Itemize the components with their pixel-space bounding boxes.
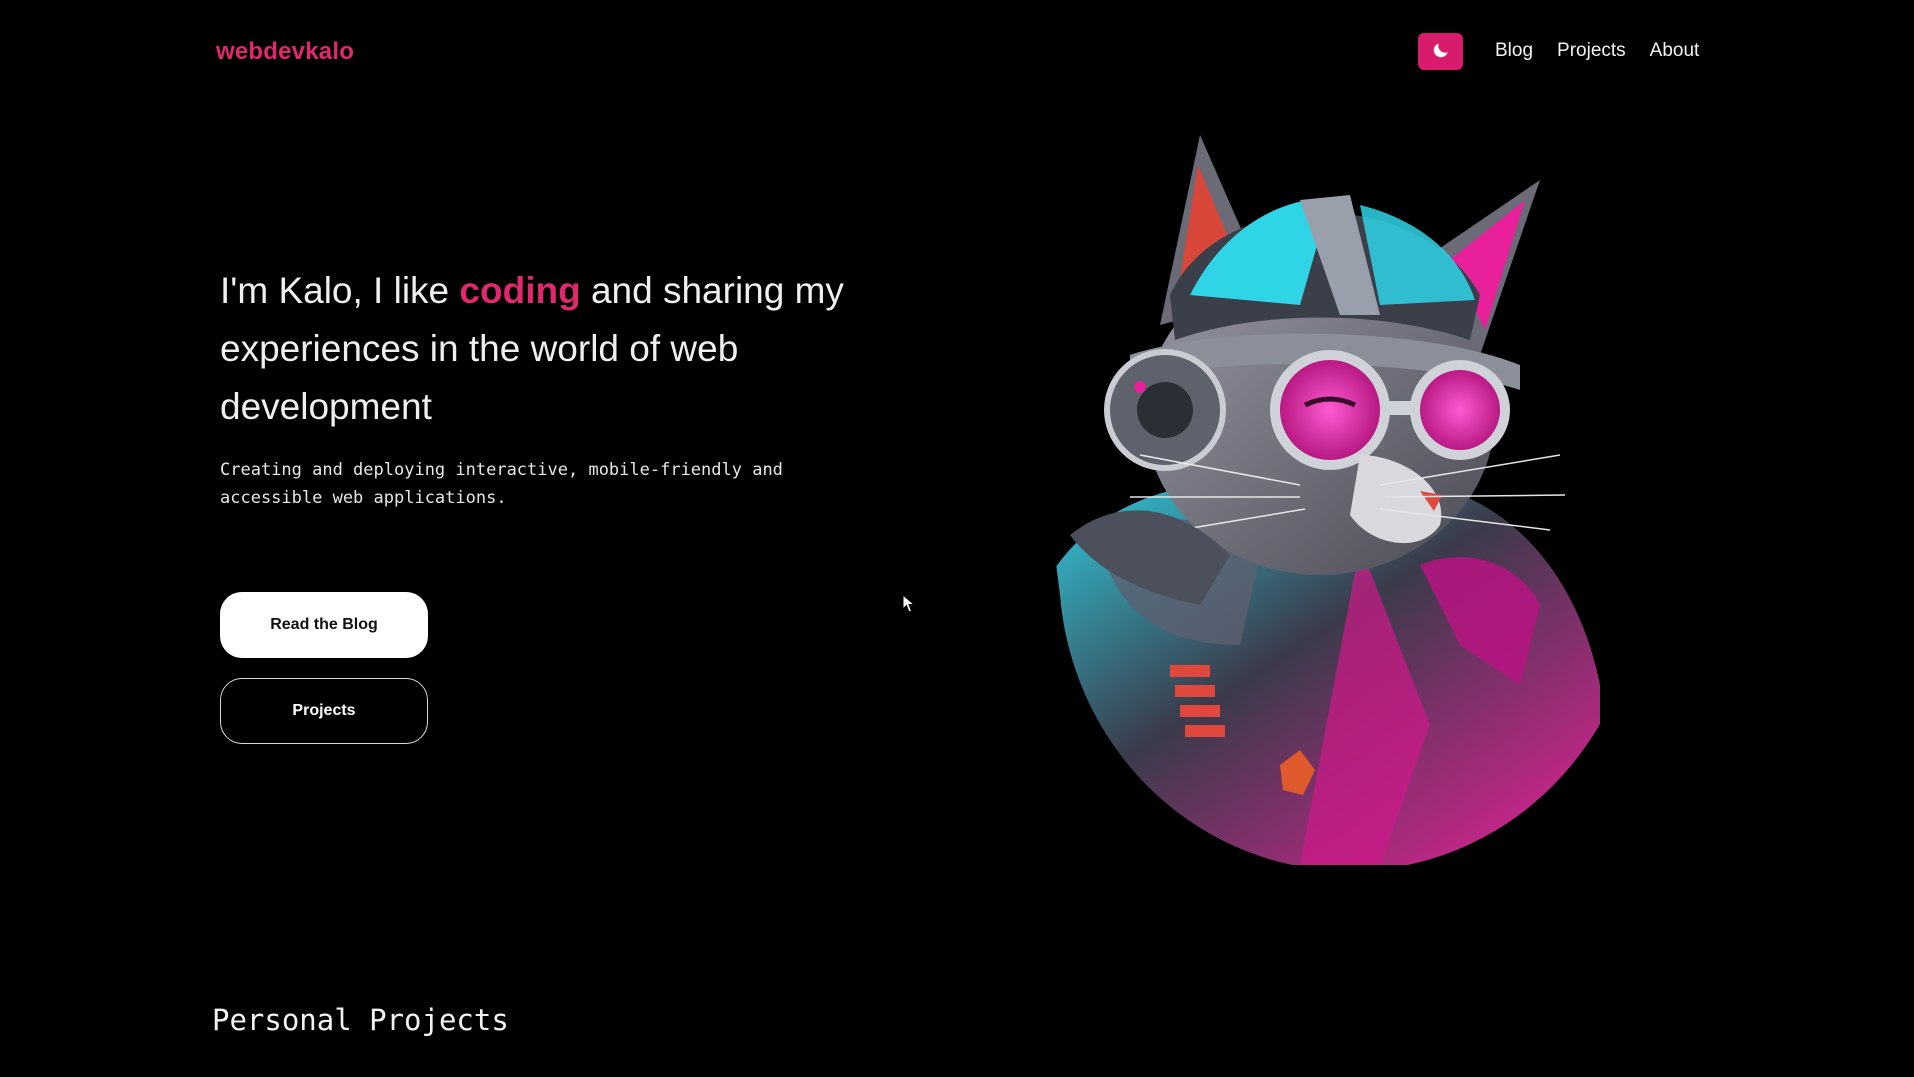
site-logo[interactable]: webdevkalo bbox=[216, 38, 354, 66]
hero-title: I'm Kalo, I like coding and sharing my e… bbox=[220, 262, 860, 436]
hero-title-accent: coding bbox=[459, 270, 581, 311]
read-blog-button[interactable]: Read the Blog bbox=[220, 592, 428, 658]
moon-icon bbox=[1431, 40, 1451, 63]
theme-toggle-button[interactable] bbox=[1418, 33, 1463, 70]
nav-link-about[interactable]: About bbox=[1650, 40, 1700, 62]
cyberpunk-cat-illustration bbox=[1000, 125, 1640, 865]
main-nav: Blog Projects About bbox=[1495, 40, 1699, 62]
hero-subtitle: Creating and deploying interactive, mobi… bbox=[220, 460, 783, 508]
page: webdevkalo Blog Projects About I'm Kalo,… bbox=[0, 0, 1914, 1077]
hero-title-intro: I'm Kalo, I like bbox=[220, 270, 460, 311]
mouse-cursor-icon bbox=[902, 593, 916, 619]
nav-link-projects[interactable]: Projects bbox=[1557, 40, 1626, 62]
nav-link-blog[interactable]: Blog bbox=[1495, 40, 1533, 62]
projects-button[interactable]: Projects bbox=[220, 678, 428, 744]
personal-projects-heading: Personal Projects bbox=[212, 1003, 509, 1037]
